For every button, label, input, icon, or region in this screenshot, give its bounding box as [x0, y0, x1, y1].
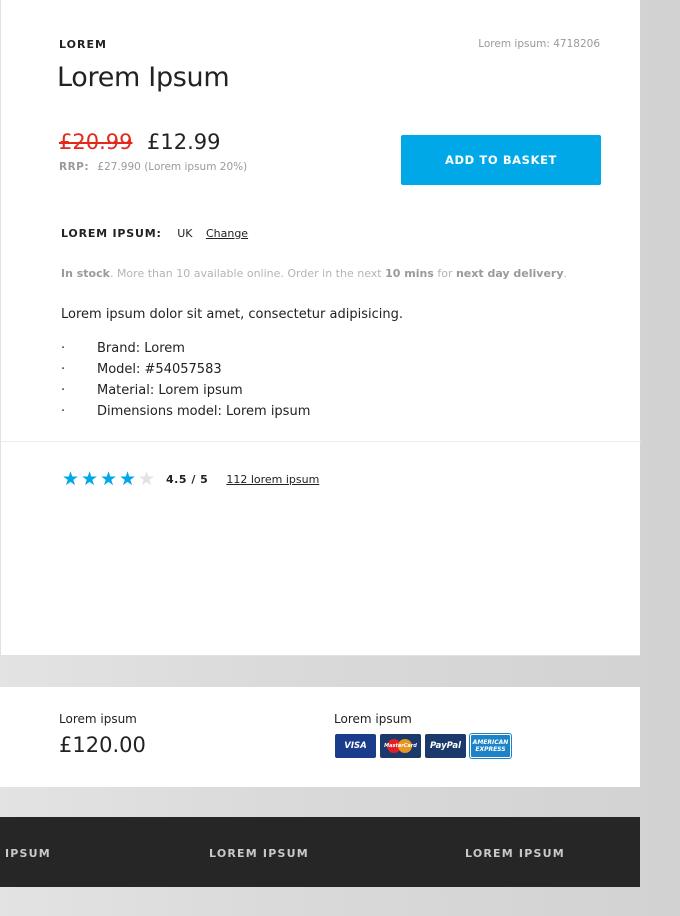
rrp-note: (Lorem ipsum 20%): [144, 161, 248, 173]
bullet: ·: [61, 341, 66, 356]
spec-item: · Material: Lorem ipsum: [61, 382, 310, 403]
spec-text: Dimensions model: Lorem ipsum: [97, 404, 311, 419]
original-price: £20.99: [59, 130, 133, 154]
bullet: ·: [61, 362, 66, 377]
star-icon: ★: [99, 468, 118, 490]
visa-icon: VISA: [335, 734, 376, 758]
delivery-country: UK: [177, 227, 193, 240]
add-to-basket-button[interactable]: ADD TO BASKET: [401, 135, 601, 185]
rrp-value: £27.990: [97, 161, 141, 173]
footer-link[interactable]: IPSUM: [5, 847, 51, 860]
brand-label: LOREM: [59, 38, 107, 51]
spec-list: · Brand: Lorem · Model: #54057583 · Materia…: [61, 340, 310, 424]
bullet: ·: [61, 383, 66, 398]
spec-item: · Dimensions model: Lorem ipsum: [61, 403, 310, 424]
product-sku: Lorem ipsum: 4718206: [478, 38, 600, 50]
product-card: LOREM Lorem ipsum: 4718206 Lorem Ipsum £…: [0, 0, 641, 656]
amex-icon: AMERICAN EXPRESS: [469, 733, 512, 759]
rrp-label: RRP:: [59, 161, 90, 173]
sale-price: £12.99: [147, 130, 221, 154]
order-deadline: 10 mins: [385, 267, 434, 280]
footer-link[interactable]: LOREM IPSUM: [209, 847, 309, 860]
star-icon: ★: [118, 468, 137, 490]
product-description: Lorem ipsum dolor sit amet, consectetur …: [61, 307, 403, 322]
mastercard-icon: MasterCard: [380, 734, 421, 758]
rating-score: 4.5 / 5: [166, 473, 209, 486]
amex-line2: EXPRESS: [475, 746, 506, 753]
spec-text: Model: #54057583: [97, 362, 222, 377]
amex-line1: AMERICAN: [472, 739, 509, 746]
paypal-icon: PayPal: [425, 734, 466, 758]
change-country-link[interactable]: Change: [206, 227, 248, 240]
star-rating: ★ ★ ★ ★ ★: [61, 470, 156, 489]
reviews-link[interactable]: 112 lorem ipsum: [226, 473, 319, 486]
delivery-location: LOREM IPSUM: UK Change: [61, 227, 248, 240]
stock-status: In stock. More than 10 available online.…: [61, 267, 567, 280]
spec-text: Material: Lorem ipsum: [97, 383, 243, 398]
product-title: Lorem Ipsum: [57, 62, 230, 93]
spec-item: · Model: #54057583: [61, 361, 310, 382]
star-icon: ★: [137, 468, 156, 490]
section-divider: [1, 441, 641, 442]
delivery-option: next day delivery: [455, 267, 564, 280]
total-label: Lorem ipsum: [59, 712, 137, 726]
rating-summary: ★ ★ ★ ★ ★ 4.5 / 5 112 lorem ipsum: [61, 470, 319, 489]
rrp-info: RRP: £27.990 (Lorem ipsum 20%): [59, 161, 247, 173]
total-value: £120.00: [59, 733, 146, 757]
spec-text: Brand: Lorem: [97, 341, 185, 356]
mastercard-text: MasterCard: [384, 743, 417, 749]
stock-text-end: .: [563, 267, 568, 280]
stock-text: . More than 10 available online. Order i…: [109, 267, 386, 280]
stock-text-for: for: [433, 267, 456, 280]
stock-status-label: In stock: [61, 267, 110, 280]
site-footer: IPSUM LOREM IPSUM LOREM IPSUM: [0, 817, 640, 887]
payment-label: Lorem ipsum: [334, 712, 412, 726]
order-summary: Lorem ipsum £120.00 Lorem ipsum VISA Mas…: [0, 687, 640, 787]
spec-item: · Brand: Lorem: [61, 340, 310, 361]
delivery-label: LOREM IPSUM:: [61, 227, 162, 240]
payment-methods: VISA MasterCard PayPal AMERICAN EXPRESS: [335, 733, 515, 759]
star-icon: ★: [80, 468, 99, 490]
star-icon: ★: [61, 468, 80, 490]
footer-link[interactable]: LOREM IPSUM: [465, 847, 565, 860]
bullet: ·: [61, 404, 66, 419]
